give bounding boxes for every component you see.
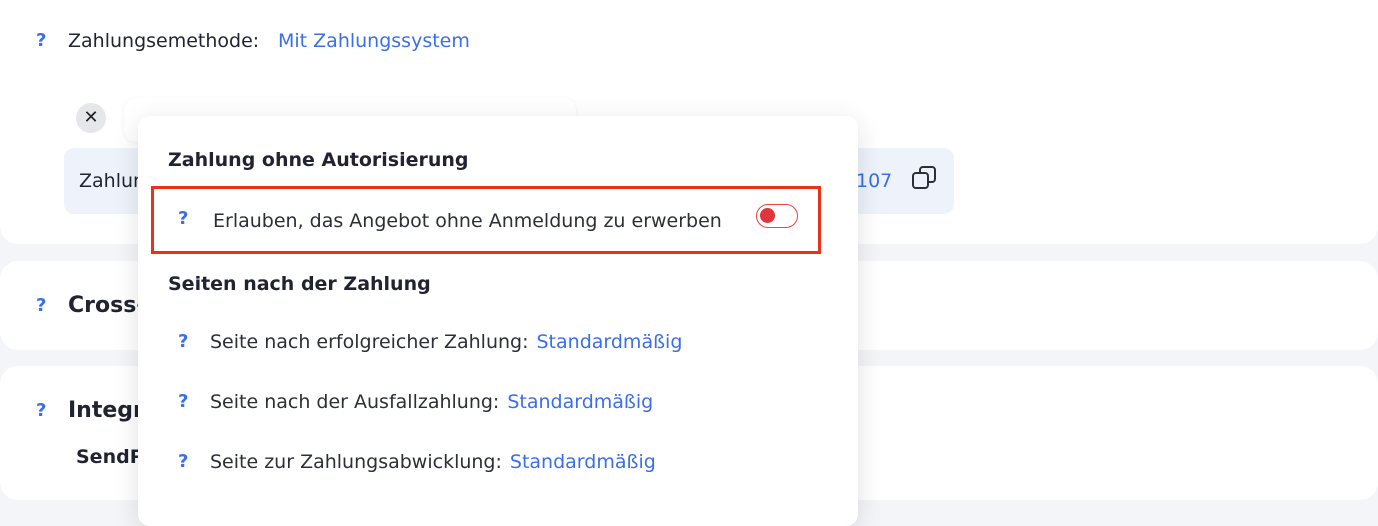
integration-title: Integr [68, 398, 144, 423]
cross-sell-help-icon[interactable]: ? [36, 295, 46, 316]
after-payment-heading: Seiten nach der Zahlung [168, 273, 431, 295]
integration-subtitle: SendP [76, 446, 144, 468]
payment-id-value: 107 [856, 170, 893, 192]
failure-page-row: Seite nach der Ausfallzahlung: Standardmä… [210, 391, 653, 413]
failure-page-help-icon[interactable]: ? [178, 391, 188, 412]
allow-without-login-label: Erlauben, das Angebot ohne Anmeldung zu … [213, 210, 722, 232]
processing-page-help-icon[interactable]: ? [178, 451, 188, 472]
copy-icon[interactable] [910, 164, 940, 194]
payment-method-value-link[interactable]: Mit Zahlungssystem [278, 30, 470, 52]
cross-sell-title: Cross- [68, 293, 146, 318]
processing-page-label: Seite zur Zahlungsabwicklung: [210, 451, 502, 473]
payment-method-help-icon[interactable]: ? [36, 30, 46, 51]
success-page-help-icon[interactable]: ? [178, 331, 188, 352]
allow-help-icon[interactable]: ? [178, 208, 188, 229]
success-page-value-link[interactable]: Standardmäßig [537, 331, 683, 353]
payment-method-label: Zahlungsemethode: [68, 30, 260, 52]
remove-button[interactable]: ✕ [76, 103, 106, 133]
processing-page-value-link[interactable]: Standardmäßig [510, 451, 656, 473]
toggle-knob [760, 208, 775, 223]
allow-without-login-toggle[interactable] [756, 204, 798, 228]
success-page-label: Seite nach erfolgreicher Zahlung: [210, 331, 529, 353]
failure-page-label: Seite nach der Ausfallzahlung: [210, 391, 500, 413]
success-page-row: Seite nach erfolgreicher Zahlung: Standar… [210, 331, 682, 353]
payment-id-label: Zahlur [79, 170, 141, 192]
no-auth-heading: Zahlung ohne Autorisierung [168, 149, 469, 171]
integration-help-icon[interactable]: ? [36, 400, 46, 421]
payment-settings-popup: Zahlung ohne Autorisierung ? Erlauben, d… [138, 116, 858, 526]
processing-page-row: Seite zur Zahlungsabwicklung: Standardmäß… [210, 451, 656, 473]
failure-page-value-link[interactable]: Standardmäßig [507, 391, 653, 413]
close-icon: ✕ [83, 107, 99, 128]
